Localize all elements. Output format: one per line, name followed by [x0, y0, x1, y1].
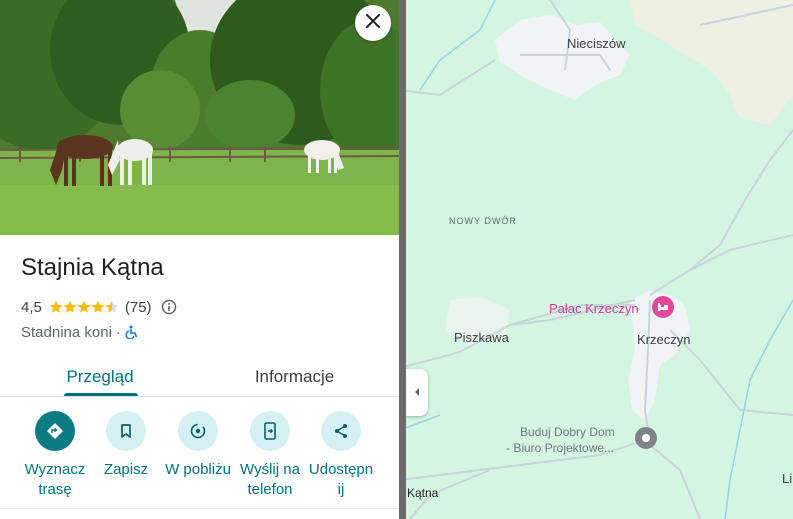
- send-to-phone-icon: [263, 422, 277, 440]
- hotel-pin-icon[interactable]: [652, 296, 674, 318]
- place-title: Stajnia Kątna: [21, 254, 164, 281]
- map-label-buduj-line2[interactable]: - Biuro Projektowe...: [506, 440, 614, 456]
- nearby-button[interactable]: W pobliżu: [162, 411, 234, 480]
- map-label-krzeczyn[interactable]: Krzeczyn: [637, 332, 690, 347]
- review-count[interactable]: (75): [125, 299, 152, 316]
- map-canvas[interactable]: Nieciszów NOWY DWÓR Pałac Krzeczyn Piszk…: [400, 0, 793, 519]
- send-to-phone-button[interactable]: Wyślij na telefon: [234, 411, 306, 500]
- category-row: Stadnina koni ·: [21, 322, 139, 342]
- save-label: Zapisz: [103, 461, 149, 478]
- directions-icon: [46, 422, 64, 440]
- share-label-line2: ij: [337, 481, 345, 498]
- rating-row: 4,5 (75): [21, 297, 177, 317]
- rating-value: 4,5: [21, 298, 42, 316]
- map-label-katna[interactable]: Kątna: [407, 486, 438, 500]
- map-label-nieciszow[interactable]: Nieciszów: [567, 36, 626, 51]
- place-photo[interactable]: [0, 0, 399, 235]
- send-to-phone-label-line2: telefon: [247, 481, 293, 498]
- panel-scrollbar[interactable]: [399, 0, 406, 519]
- map-label-palac-krzeczyn[interactable]: Pałac Krzeczyn: [549, 301, 639, 316]
- rating-stars: [49, 300, 119, 314]
- tab-overview[interactable]: Przegląd: [0, 356, 200, 397]
- map-label-li[interactable]: Li: [782, 471, 792, 486]
- nearby-icon: [189, 422, 207, 440]
- wheelchair-icon: [125, 325, 139, 339]
- separator: ·: [115, 323, 121, 341]
- info-icon[interactable]: [161, 299, 177, 315]
- map-label-buduj-line1[interactable]: Buduj Dobry Dom: [520, 424, 615, 440]
- place-panel: Stajnia Kątna 4,5 (75) Stadnina koni · P…: [0, 0, 399, 519]
- map-label-piszkawa[interactable]: Piszkawa: [454, 330, 509, 345]
- tab-bar: Przegląd Informacje: [0, 356, 399, 397]
- action-bar: Wyznacz trasę Zapisz W pobliżu Wyślij na…: [0, 397, 399, 509]
- directions-button[interactable]: Wyznacz trasę: [19, 411, 91, 500]
- close-icon: [366, 13, 380, 33]
- save-button[interactable]: Zapisz: [90, 411, 162, 480]
- location-pin-icon[interactable]: [635, 427, 657, 449]
- share-button[interactable]: Udostępn ij: [305, 411, 377, 500]
- horses-photo: [0, 0, 399, 235]
- directions-label-line2: trasę: [38, 481, 72, 498]
- active-tab-indicator: [64, 393, 138, 396]
- share-label-line1: Udostępn: [308, 461, 374, 478]
- caret-left-icon: [413, 384, 421, 402]
- map-label-nowy-dwor[interactable]: NOWY DWÓR: [449, 216, 517, 226]
- bookmark-icon: [119, 423, 133, 439]
- tab-info[interactable]: Informacje: [200, 356, 389, 397]
- directions-label-line1: Wyznacz: [24, 461, 86, 478]
- close-button[interactable]: [355, 5, 391, 41]
- nearby-label: W pobliżu: [165, 461, 231, 478]
- send-to-phone-label-line1: Wyślij na: [240, 461, 300, 478]
- collapse-panel-button[interactable]: [405, 369, 428, 416]
- share-icon: [333, 423, 349, 439]
- category-label[interactable]: Stadnina koni: [21, 324, 112, 341]
